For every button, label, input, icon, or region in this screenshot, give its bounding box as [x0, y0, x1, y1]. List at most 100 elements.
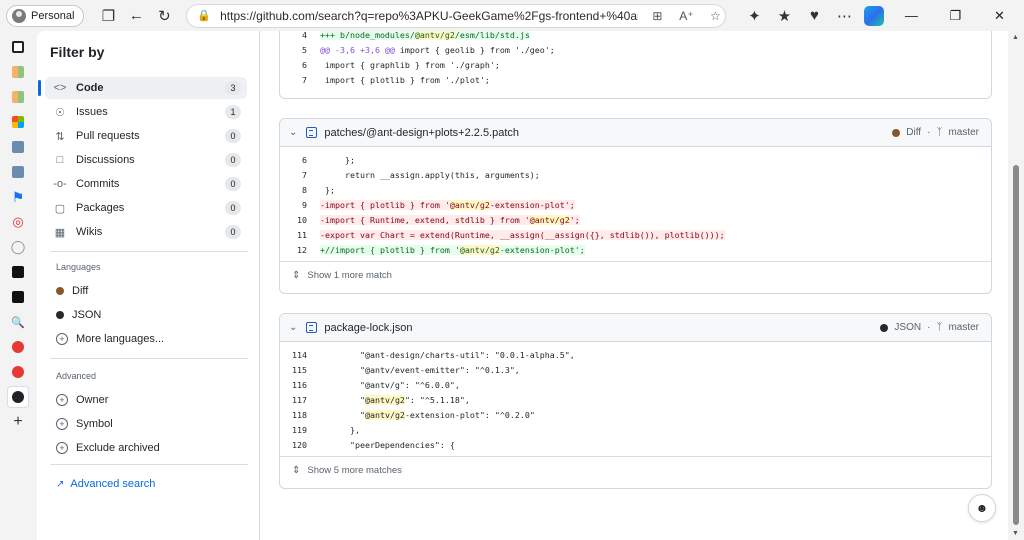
target-icon[interactable]: ◎	[7, 211, 29, 233]
extensions-icon[interactable]: ✦	[740, 2, 768, 30]
language-filter-json[interactable]: JSON	[56, 309, 101, 321]
scrollbar-thumb[interactable]	[1013, 165, 1019, 525]
scroll-up-icon[interactable]: ▲	[1012, 34, 1019, 41]
code-line: 118 " @antv/g2 -extension-plot": "^0.2.0"	[280, 407, 991, 422]
line-number: 12	[297, 244, 307, 255]
advanced-symbol-button[interactable]: + Symbol	[56, 418, 113, 430]
tab-actions-icon[interactable]	[7, 36, 29, 58]
more-languages-label: More languages...	[76, 333, 165, 345]
line-number: 10	[297, 214, 307, 225]
code-text: };	[320, 184, 335, 195]
line-number: 6	[302, 59, 307, 70]
code-text: -import { Runtime, extend, stdlib } from…	[320, 214, 530, 225]
count-badge: 0	[225, 201, 241, 215]
plus-circle-icon: +	[56, 333, 68, 345]
filter-item-pull-requests[interactable]: ⇅ Pull requests 0	[45, 125, 247, 147]
code-text: import { geolib } from './geo';	[394, 44, 555, 55]
language-filter-diff[interactable]: Diff	[56, 285, 88, 297]
loading-icon[interactable]: ◯	[7, 236, 29, 258]
game-icon[interactable]	[7, 261, 29, 283]
show-more-matches-button[interactable]: ⇕ Show 1 more match	[280, 261, 991, 289]
line-number: 7	[302, 169, 307, 180]
link-external-icon: ↗	[56, 478, 65, 490]
more-languages-button[interactable]: + More languages...	[56, 333, 164, 345]
scroll-down-icon[interactable]: ▼	[1012, 530, 1019, 537]
flag-icon[interactable]: ⚑	[7, 186, 29, 208]
line-number: 115	[292, 364, 307, 375]
code-text: ": "^5.1.18",	[404, 394, 470, 405]
profile-button[interactable]: Personal	[6, 4, 85, 27]
line-number: 6	[302, 154, 307, 165]
url-text: https://github.com/search?q=repo%3APKU-G…	[220, 8, 638, 23]
back-icon[interactable]: ←	[122, 2, 150, 30]
advanced-search-link[interactable]: ↗ Advanced search	[56, 478, 155, 490]
line-number: 5	[302, 44, 307, 55]
language-color-dot	[56, 311, 64, 319]
show-more-matches-button[interactable]: ⇕ Show 5 more matches	[280, 456, 991, 484]
result-file-link[interactable]: patches/@ant-design+plots+2.2.5.patch	[324, 127, 519, 139]
advanced-label: Owner	[76, 394, 109, 406]
code-line: 4 +++ b/node_modules/@antv/g2/esm/lib/std…	[280, 31, 991, 42]
image-tab-icon[interactable]	[7, 161, 29, 183]
result-file-link[interactable]: package-lock.json	[324, 322, 412, 334]
chevron-down-icon[interactable]: ⌄	[289, 127, 297, 138]
line-number: 7	[302, 74, 307, 85]
copilot-icon[interactable]	[864, 5, 885, 26]
restore-icon[interactable]: ❐	[934, 8, 976, 24]
dark-tab-icon[interactable]	[7, 286, 29, 308]
code-text: +++ b/node_modules/	[320, 31, 415, 40]
lock-icon: 🔒	[197, 10, 212, 22]
language-color-dot	[56, 287, 64, 295]
microsoft-icon[interactable]	[7, 111, 29, 133]
filter-item-label: Code	[76, 82, 104, 94]
advanced-owner-button[interactable]: + Owner	[56, 394, 108, 406]
tab-favicon-icon[interactable]	[7, 61, 29, 83]
chevron-down-icon[interactable]: ⌄	[289, 322, 297, 333]
filter-item-discussions[interactable]: □ Discussions 0	[45, 149, 247, 171]
favorites-icon[interactable]: ★	[770, 2, 798, 30]
refresh-icon[interactable]: ↻	[150, 2, 178, 30]
page-scrollbar[interactable]: ▲ ▼	[1008, 31, 1024, 540]
divider	[50, 464, 248, 465]
language-label: Diff	[906, 127, 922, 138]
count-badge: 0	[225, 177, 241, 191]
repo-icon	[306, 127, 318, 138]
issue-opened-icon: ☉	[55, 106, 65, 119]
minimize-icon[interactable]: —	[890, 8, 932, 23]
code-line: 119 },	[280, 422, 991, 437]
g-red-icon[interactable]	[7, 336, 29, 358]
tab-favicon-icon[interactable]	[7, 86, 29, 108]
filter-item-commits[interactable]: -o- Commits 0	[45, 173, 247, 195]
read-aloud-icon[interactable]: A⁺	[676, 9, 696, 23]
filter-item-code[interactable]: <> Code 3	[38, 77, 247, 99]
search-icon[interactable]: 🔍	[7, 311, 29, 333]
languages-heading: Languages	[56, 262, 101, 272]
copilot-chat-button[interactable]: ☻	[968, 494, 996, 522]
profile-label: Personal	[31, 9, 75, 22]
more-icon[interactable]: ⋯	[830, 2, 858, 30]
filter-item-wikis[interactable]: ▦ Wikis 0	[45, 221, 247, 243]
code-text: "@ant-design/charts-util": "0.0.1-alpha.…	[320, 349, 575, 360]
app-available-icon[interactable]: ⊞	[647, 9, 667, 23]
workspaces-icon[interactable]: ❐	[94, 2, 122, 30]
divider	[50, 358, 248, 359]
favorite-star-icon[interactable]: ☆	[705, 9, 725, 23]
code-text: -extension-plot": "^0.2.0"	[404, 409, 535, 420]
branch-label[interactable]: master	[948, 322, 979, 333]
git-commit-icon: -o-	[53, 178, 67, 190]
advanced-exclude-archived-button[interactable]: + Exclude archived	[56, 442, 160, 454]
line-number: 118	[292, 409, 307, 420]
filter-item-packages[interactable]: ▢ Packages 0	[45, 197, 247, 219]
filter-item-issues[interactable]: ☉ Issues 1	[45, 101, 247, 123]
code-line: 6 };	[280, 152, 991, 167]
g-red-icon[interactable]	[7, 361, 29, 383]
result-header: ⌄ patches/@ant-design+plots+2.2.5.patch …	[280, 119, 991, 147]
branch-label[interactable]: master	[948, 127, 979, 138]
count-badge: 3	[225, 81, 241, 95]
github-icon[interactable]	[7, 386, 29, 408]
address-bar[interactable]: 🔒 https://github.com/search?q=repo%3APKU…	[186, 3, 727, 28]
close-icon[interactable]: ✕	[978, 8, 1020, 24]
image-tab-icon[interactable]	[7, 136, 29, 158]
new-tab-icon[interactable]: +	[7, 411, 29, 433]
browser-essentials-icon[interactable]: ♥	[800, 2, 828, 30]
